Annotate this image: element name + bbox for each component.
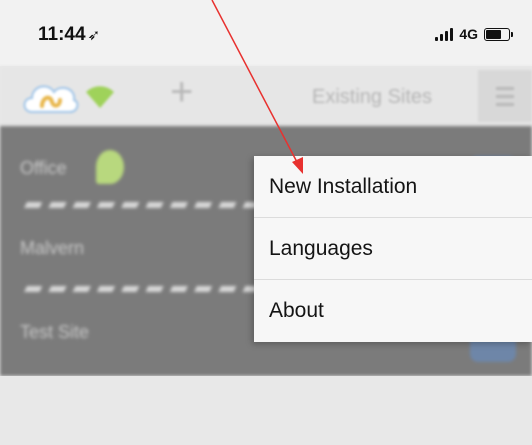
wifi-icon: [86, 86, 114, 108]
network-type: 4G: [459, 26, 478, 42]
status-time: 11:44 ➶: [38, 24, 100, 46]
swan-cloud-logo[interactable]: [20, 78, 80, 116]
site-name: Office: [20, 158, 67, 178]
cellular-signal-icon: [435, 27, 454, 41]
status-bar: 11:44 ➶ 4G: [0, 0, 532, 66]
divider: [18, 202, 258, 208]
menu-item-about[interactable]: About: [254, 280, 532, 342]
location-arrow-icon: ➶: [87, 27, 101, 44]
bottom-area: [0, 376, 532, 445]
menu-item-new-installation[interactable]: New Installation: [254, 156, 532, 218]
add-site-button[interactable]: +: [170, 72, 193, 112]
divider: [18, 286, 258, 292]
site-name: Malvern: [20, 238, 85, 258]
app-toolbar: + Existing Sites: [0, 66, 532, 126]
hamburger-menu-icon[interactable]: [478, 70, 532, 122]
status-indicators: 4G: [435, 26, 513, 42]
overflow-menu: New Installation Languages About: [254, 156, 532, 342]
existing-sites-label[interactable]: Existing Sites: [312, 86, 432, 109]
leaf-icon: [96, 150, 124, 184]
time-text: 11:44: [38, 24, 86, 45]
menu-item-languages[interactable]: Languages: [254, 218, 532, 280]
site-name: Test Site: [20, 322, 90, 342]
battery-icon: [484, 27, 513, 41]
